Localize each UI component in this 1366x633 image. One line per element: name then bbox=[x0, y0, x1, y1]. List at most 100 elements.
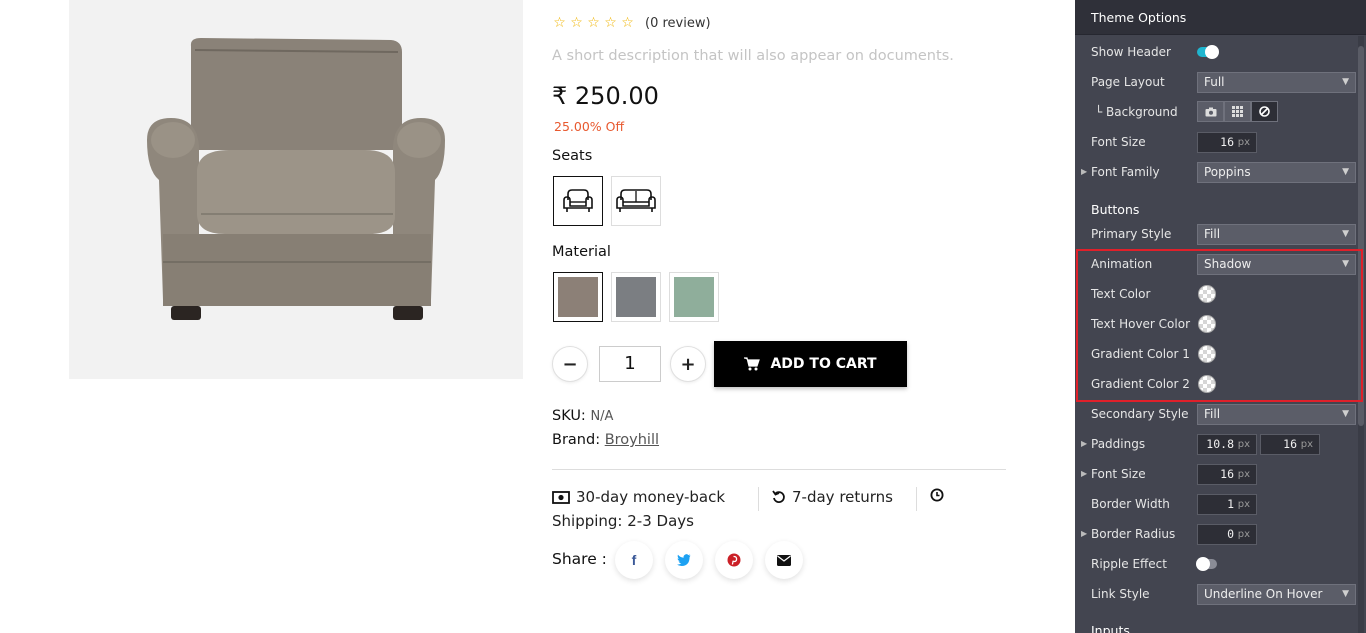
font-size-input[interactable]: 16 px bbox=[1197, 132, 1257, 153]
button-font-size-label: Font Size bbox=[1091, 467, 1146, 481]
star-icon[interactable]: ☆ bbox=[586, 15, 601, 31]
button-font-size-input[interactable]: 16 px bbox=[1197, 464, 1257, 485]
button-font-size-value: 16 bbox=[1220, 467, 1234, 481]
brand-link[interactable]: Broyhill bbox=[605, 432, 659, 448]
padding-horizontal-input[interactable]: 16 px bbox=[1260, 434, 1320, 455]
seat-option-single[interactable] bbox=[553, 176, 603, 226]
share-email-button[interactable] bbox=[765, 541, 803, 579]
returns-text: 7-day returns bbox=[792, 488, 893, 506]
gradient-color-1-picker[interactable] bbox=[1198, 345, 1216, 363]
secondary-style-value: Fill bbox=[1204, 407, 1221, 421]
quantity-input[interactable]: 1 bbox=[599, 346, 661, 382]
animation-select[interactable]: Shadow ▼ bbox=[1197, 254, 1356, 275]
sku-label: SKU: bbox=[552, 408, 586, 424]
star-icon[interactable]: ☆ bbox=[569, 15, 584, 31]
text-hover-color-label: Text Hover Color bbox=[1091, 317, 1191, 331]
chevron-down-icon: ▼ bbox=[1342, 589, 1349, 599]
seats-label: Seats bbox=[552, 148, 593, 164]
font-family-select[interactable]: Poppins ▼ bbox=[1197, 162, 1356, 183]
quantity-decrease-button[interactable]: − bbox=[552, 346, 588, 382]
add-to-cart-button[interactable]: ADD TO CART bbox=[714, 341, 907, 387]
star-icon[interactable]: ☆ bbox=[603, 15, 618, 31]
chevron-down-icon: ▼ bbox=[1342, 167, 1349, 177]
secondary-style-select[interactable]: Fill ▼ bbox=[1197, 404, 1356, 425]
gradient-color-1-label: Gradient Color 1 bbox=[1091, 347, 1190, 361]
armchair-icon bbox=[563, 189, 593, 212]
page-layout-select[interactable]: Full ▼ bbox=[1197, 72, 1356, 93]
policy-separator bbox=[758, 487, 759, 511]
font-family-label: Font Family bbox=[1091, 165, 1160, 179]
chevron-down-icon: ▼ bbox=[1342, 409, 1349, 419]
font-size-label: Font Size bbox=[1091, 135, 1146, 149]
chevron-down-icon: ▼ bbox=[1342, 259, 1349, 269]
short-description: A short description that will also appea… bbox=[552, 48, 954, 64]
chevron-down-icon: ▼ bbox=[1342, 229, 1349, 239]
discount-badge: 25.00% Off bbox=[554, 119, 625, 134]
text-color-picker[interactable] bbox=[1198, 285, 1216, 303]
material-label: Material bbox=[552, 244, 611, 260]
caret-right-icon[interactable]: ▶ bbox=[1081, 529, 1087, 538]
primary-style-value: Fill bbox=[1204, 227, 1221, 241]
caret-right-icon[interactable]: ▶ bbox=[1081, 167, 1087, 176]
material-swatch bbox=[558, 277, 598, 317]
unit-label: px bbox=[1237, 439, 1250, 450]
material-option[interactable] bbox=[611, 272, 661, 322]
panel-header: Theme Options bbox=[1075, 0, 1366, 35]
clock-icon bbox=[930, 488, 944, 502]
material-option[interactable] bbox=[669, 272, 719, 322]
star-icon[interactable]: ☆ bbox=[620, 15, 635, 31]
caret-right-icon[interactable]: ▶ bbox=[1081, 469, 1087, 478]
primary-style-label: Primary Style bbox=[1091, 227, 1172, 241]
share-facebook-button[interactable]: f bbox=[615, 541, 653, 579]
padding-horizontal-value: 16 bbox=[1283, 437, 1297, 451]
share-twitter-button[interactable] bbox=[665, 541, 703, 579]
share-label: Share : bbox=[552, 550, 607, 568]
review-count[interactable]: (0 review) bbox=[645, 16, 711, 31]
material-swatch bbox=[674, 277, 714, 317]
background-pattern-button[interactable] bbox=[1224, 101, 1251, 122]
caret-right-icon[interactable]: ▶ bbox=[1081, 439, 1087, 448]
material-swatch bbox=[616, 277, 656, 317]
gradient-color-2-picker[interactable] bbox=[1198, 375, 1216, 393]
text-hover-color-picker[interactable] bbox=[1198, 315, 1216, 333]
primary-style-select[interactable]: Fill ▼ bbox=[1197, 224, 1356, 245]
share-pinterest-button[interactable] bbox=[715, 541, 753, 579]
brand-row: Brand: Broyhill bbox=[552, 432, 659, 448]
quantity-increase-button[interactable]: + bbox=[670, 346, 706, 382]
divider bbox=[552, 469, 1006, 470]
panel-title: Theme Options bbox=[1091, 10, 1187, 25]
background-label: └ Background bbox=[1095, 105, 1178, 119]
sofa-icon bbox=[616, 189, 656, 212]
chevron-down-icon: ▼ bbox=[1342, 77, 1349, 87]
border-radius-input[interactable]: 0 px bbox=[1197, 524, 1257, 545]
paddings-label: Paddings bbox=[1091, 437, 1146, 451]
animation-label: Animation bbox=[1091, 257, 1153, 271]
show-header-toggle[interactable] bbox=[1197, 45, 1219, 59]
grid-icon bbox=[1232, 106, 1243, 117]
material-option[interactable] bbox=[553, 272, 603, 322]
show-header-label: Show Header bbox=[1091, 45, 1171, 59]
link-style-select[interactable]: Underline On Hover ▼ bbox=[1197, 584, 1356, 605]
product-image bbox=[69, 0, 523, 379]
rating: ☆ ☆ ☆ ☆ ☆ (0 review) bbox=[552, 15, 711, 31]
background-none-button[interactable] bbox=[1251, 101, 1278, 122]
ripple-effect-toggle[interactable] bbox=[1196, 557, 1217, 571]
returns-policy: 7-day returns bbox=[772, 488, 893, 506]
border-width-input[interactable]: 1 px bbox=[1197, 494, 1257, 515]
link-style-label: Link Style bbox=[1091, 587, 1150, 601]
page: ☆ ☆ ☆ ☆ ☆ (0 review) A short description… bbox=[0, 0, 1366, 633]
unit-label: px bbox=[1237, 469, 1250, 480]
border-width-label: Border Width bbox=[1091, 497, 1170, 511]
scrollbar-thumb[interactable] bbox=[1358, 46, 1364, 426]
product-price: ₹ 250.00 bbox=[552, 82, 659, 110]
rating-stars[interactable]: ☆ ☆ ☆ ☆ ☆ bbox=[552, 15, 635, 31]
sku-row: SKU: N/A bbox=[552, 408, 613, 424]
font-family-value: Poppins bbox=[1204, 165, 1251, 179]
buttons-section-title: Buttons bbox=[1091, 202, 1140, 217]
seat-option-sofa[interactable] bbox=[611, 176, 661, 226]
background-image-button[interactable] bbox=[1197, 101, 1224, 122]
star-icon[interactable]: ☆ bbox=[552, 15, 567, 31]
padding-vertical-input[interactable]: 10.8 px bbox=[1197, 434, 1257, 455]
text-color-label: Text Color bbox=[1091, 287, 1151, 301]
panel-scrollbar[interactable] bbox=[1358, 36, 1364, 633]
